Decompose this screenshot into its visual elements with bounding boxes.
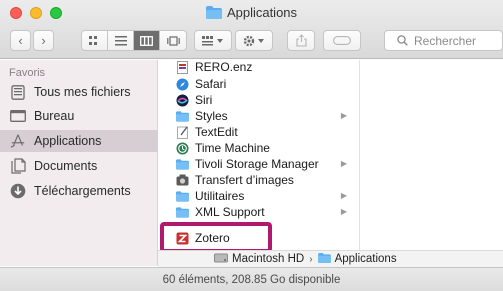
- path-separator: ›: [309, 253, 313, 265]
- path-bar: Macintosh HD › Applications: [158, 250, 503, 267]
- search-icon: [397, 35, 408, 46]
- tag-icon: [333, 36, 351, 45]
- file-name: XML Support: [195, 205, 265, 219]
- file-name: Safari: [195, 77, 227, 91]
- documents-icon: [10, 158, 26, 174]
- sidebar-item-all-files[interactable]: Tous mes fichiers: [0, 81, 158, 103]
- file-name: Tivoli Storage Manager: [195, 157, 319, 171]
- list-item[interactable]: Styles ▶: [158, 108, 360, 124]
- preview-column: [361, 60, 503, 250]
- list-item[interactable]: Safari: [158, 76, 360, 92]
- folder-icon: [317, 252, 331, 266]
- sidebar-item-documents[interactable]: Documents: [0, 155, 158, 177]
- applications-icon: [10, 133, 26, 149]
- folder-icon: [205, 6, 222, 22]
- back-chevron-icon: ‹: [18, 33, 23, 48]
- path-disk[interactable]: Macintosh HD: [232, 253, 304, 265]
- gallery-view-button[interactable]: [160, 31, 186, 50]
- folder-icon: [176, 158, 189, 171]
- file-name: Siri: [195, 93, 213, 107]
- share-icon: [295, 34, 307, 47]
- list-item[interactable]: RERO.enz: [158, 59, 360, 75]
- arrange-icon: [202, 35, 223, 45]
- status-bar: 60 éléments, 208.85 Go disponible: [0, 267, 503, 291]
- file-name: Utilitaires: [195, 189, 245, 203]
- back-button[interactable]: ‹: [10, 30, 31, 51]
- column-view-button[interactable]: [134, 31, 160, 50]
- list-icon: [114, 35, 127, 45]
- file-name: Styles: [195, 109, 228, 123]
- finder-window: Applications ‹ › Rechercher Favoris Tous…: [0, 0, 503, 291]
- sidebar-item-label: Téléchargements: [34, 184, 131, 198]
- tags-button[interactable]: [323, 30, 361, 51]
- disclosure-arrow-icon: ▶: [340, 191, 347, 200]
- sidebar: Favoris Tous mes fichiers Bureau Applica…: [0, 60, 158, 266]
- folder-icon: [176, 110, 189, 123]
- time-machine-icon: [176, 142, 189, 155]
- path-folder[interactable]: Applications: [335, 253, 397, 265]
- all-files-icon: [10, 84, 26, 100]
- sidebar-item-label: Documents: [34, 159, 98, 173]
- window-title-text: Applications: [226, 5, 298, 20]
- list-item[interactable]: Siri: [158, 92, 360, 108]
- downloads-icon: [10, 183, 26, 199]
- icon-view-button[interactable]: [82, 31, 108, 50]
- sidebar-section-favorites: Favoris: [9, 67, 46, 79]
- safari-icon: [176, 78, 189, 91]
- list-item[interactable]: Transfert d’images: [158, 172, 360, 188]
- search-placeholder: Rechercher: [414, 33, 477, 48]
- status-text: 60 éléments, 208.85 Go disponible: [162, 273, 341, 286]
- forward-button[interactable]: ›: [33, 30, 54, 51]
- sidebar-item-applications[interactable]: Applications: [0, 130, 158, 152]
- disclosure-arrow-icon: ▶: [340, 207, 347, 216]
- file-name: RERO.enz: [195, 60, 253, 74]
- file-name: Time Machine: [195, 141, 270, 155]
- forward-chevron-icon: ›: [41, 33, 46, 48]
- arrange-button[interactable]: [194, 30, 232, 51]
- file-name: Transfert d’images: [195, 173, 294, 187]
- sidebar-item-label: Bureau: [34, 109, 75, 123]
- grid-icon: [88, 35, 97, 45]
- action-button[interactable]: [235, 30, 273, 51]
- sidebar-item-label: Tous mes fichiers: [34, 85, 131, 99]
- toolbar: Applications ‹ › Rechercher: [0, 0, 503, 59]
- columns-icon: [140, 35, 153, 46]
- folder-icon: [176, 206, 189, 219]
- folder-icon: [176, 190, 189, 203]
- gallery-icon: [166, 35, 180, 46]
- disclosure-arrow-icon: ▶: [340, 111, 347, 120]
- doc-icon: [176, 60, 189, 74]
- view-switcher: [81, 30, 187, 51]
- disclosure-arrow-icon: ▶: [340, 159, 347, 168]
- window-title: Applications: [0, 5, 503, 22]
- gear-icon: [243, 35, 264, 46]
- sidebar-item-label: Applications: [34, 134, 102, 148]
- list-item[interactable]: Tivoli Storage Manager ▶: [158, 156, 360, 172]
- siri-icon: [176, 94, 189, 107]
- desktop-icon: [10, 108, 26, 124]
- highlight-box: [160, 222, 272, 253]
- list-item[interactable]: Utilitaires ▶: [158, 188, 360, 204]
- hard-disk-icon: [214, 253, 228, 266]
- textedit-icon: [176, 126, 189, 139]
- list-item[interactable]: XML Support ▶: [158, 204, 360, 220]
- list-item[interactable]: TextEdit: [158, 124, 360, 140]
- file-name: TextEdit: [195, 125, 238, 139]
- search-field[interactable]: Rechercher: [384, 30, 503, 51]
- sidebar-item-desktop[interactable]: Bureau: [0, 105, 158, 127]
- sidebar-item-downloads[interactable]: Téléchargements: [0, 180, 158, 202]
- list-view-button[interactable]: [108, 31, 134, 50]
- list-item[interactable]: Time Machine: [158, 140, 360, 156]
- share-button[interactable]: [287, 30, 315, 51]
- camera-icon: [176, 174, 189, 187]
